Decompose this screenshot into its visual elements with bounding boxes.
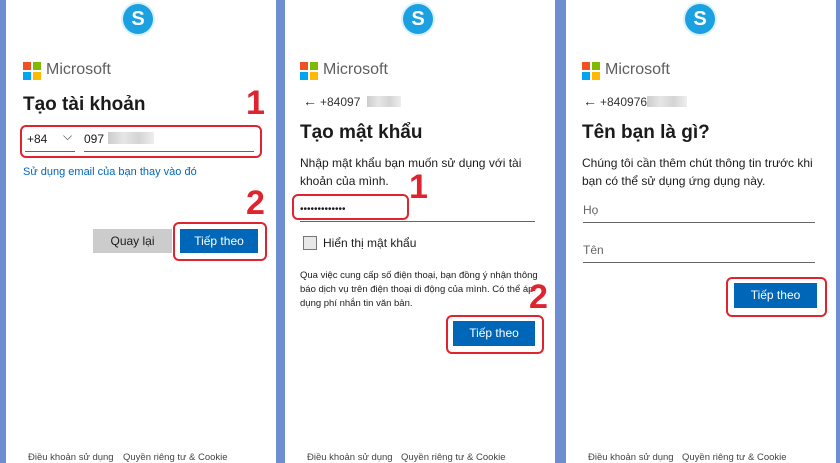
redacted-digits	[367, 96, 401, 107]
page-title: Tạo tài khoản	[23, 94, 146, 115]
privacy-link[interactable]: Quyền riêng tư & Cookie	[123, 452, 228, 463]
microsoft-logo-icon	[582, 62, 600, 80]
use-email-link[interactable]: Sử dụng email của bạn thay vào đó	[23, 166, 197, 178]
terms-link[interactable]: Điều khoản sử dụng	[307, 452, 393, 463]
next-button[interactable]: Tiếp theo	[180, 229, 258, 253]
privacy-link[interactable]: Quyền riêng tư & Cookie	[682, 452, 787, 463]
checkbox-icon[interactable]	[303, 236, 317, 250]
privacy-link[interactable]: Quyền riêng tư & Cookie	[401, 452, 506, 463]
show-password-label: Hiển thị mật khẩu	[323, 236, 417, 250]
last-name-input[interactable]: Họ	[583, 201, 815, 219]
microsoft-wordmark: Microsoft	[46, 61, 111, 78]
first-name-placeholder: Tên	[583, 243, 604, 257]
account-phone: +840976	[600, 95, 648, 109]
account-phone: +84097	[320, 95, 361, 109]
name-instruction: Chúng tôi cần thêm chút thông tin trước …	[582, 156, 813, 188]
phone-input-value: 097	[84, 132, 105, 146]
sms-disclaimer: Qua việc cung cấp số điện thoại, bạn đồn…	[300, 270, 538, 309]
skype-icon: S	[403, 4, 433, 34]
redacted-digits	[108, 132, 154, 144]
annotation-marker-1: 1	[246, 84, 265, 122]
back-button[interactable]: Quay lại	[93, 229, 172, 253]
microsoft-wordmark: Microsoft	[605, 61, 670, 78]
microsoft-wordmark: Microsoft	[323, 61, 388, 78]
next-button[interactable]: Tiếp theo	[734, 283, 817, 308]
chevron-down-icon: ⌵	[63, 129, 73, 143]
page-title: Tạo mật khẩu	[300, 122, 423, 143]
password-input[interactable]: •••••••••••••	[300, 199, 535, 217]
skype-icon: S	[123, 4, 153, 34]
create-account-panel: S Microsoft Tạo tài khoản 1 +84 ⌵ 097 Sử…	[6, 0, 276, 463]
country-code-value: +84	[27, 132, 48, 146]
create-password-panel: S Microsoft ← +84097 Tạo mật khẩu Nhập m…	[285, 0, 555, 463]
redacted-digits	[647, 96, 687, 107]
name-entry-panel: S Microsoft ← +840976 Tên bạn là gì? Chú…	[566, 0, 836, 463]
password-input-value: •••••••••••••	[300, 204, 346, 215]
terms-link[interactable]: Điều khoản sử dụng	[588, 452, 674, 463]
annotation-marker-2: 2	[529, 278, 548, 316]
skype-icon: S	[685, 4, 715, 34]
back-arrow-icon[interactable]: ←	[583, 93, 597, 109]
terms-link[interactable]: Điều khoản sử dụng	[28, 452, 114, 463]
first-name-input[interactable]: Tên	[583, 241, 815, 259]
page-title: Tên bạn là gì?	[582, 122, 710, 143]
country-code-select[interactable]: +84 ⌵	[27, 129, 75, 150]
microsoft-logo-icon	[300, 62, 318, 80]
next-button[interactable]: Tiếp theo	[453, 321, 535, 346]
back-arrow-icon[interactable]: ←	[303, 93, 317, 109]
microsoft-logo-icon	[23, 62, 41, 80]
annotation-marker-2: 2	[246, 184, 265, 222]
last-name-placeholder: Họ	[583, 203, 599, 217]
